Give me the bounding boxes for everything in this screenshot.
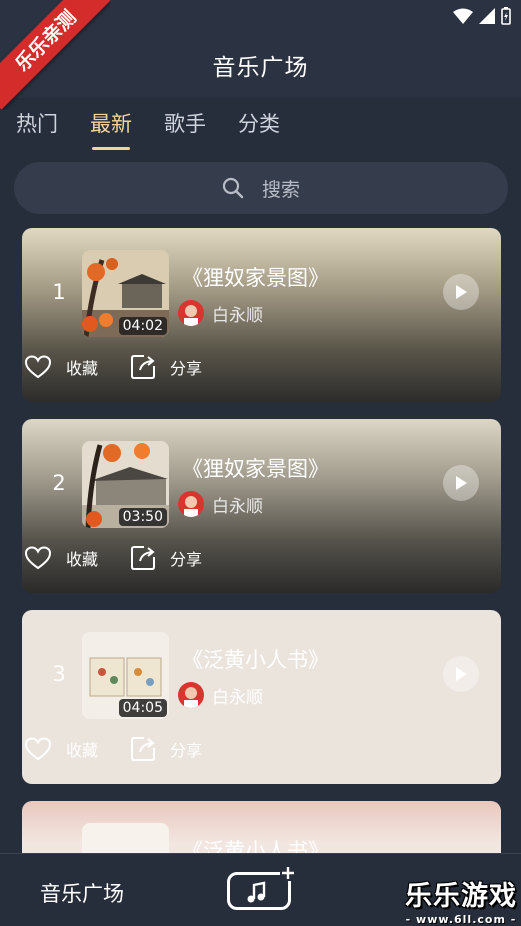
share-button[interactable]: 分享: [130, 736, 202, 762]
song-title: 《泛黄小人书》: [182, 648, 329, 672]
bottom-nav: 音乐广场 乐乐游戏 - www.6ll.com -: [0, 853, 521, 926]
share-label: 分享: [170, 741, 203, 760]
watermark-url: - www.6ll.com -: [405, 913, 517, 926]
share-button[interactable]: 分享: [130, 354, 202, 380]
song-actions: 收藏 分享: [24, 354, 234, 380]
ribbon-label: 乐乐亲测: [0, 0, 110, 110]
play-button[interactable]: [443, 274, 479, 310]
favorite-label: 收藏: [66, 741, 99, 760]
avatar: [178, 300, 204, 326]
song-cover[interactable]: 03:50: [82, 441, 169, 528]
song-title: 《狸奴家景图》: [182, 457, 329, 481]
search-input[interactable]: 搜索: [14, 162, 508, 214]
avatar: [178, 682, 204, 708]
song-actions: 收藏 分享: [24, 736, 234, 762]
share-icon: [131, 546, 156, 570]
share-label: 分享: [170, 359, 203, 378]
tab-singers[interactable]: 歌手: [164, 108, 206, 150]
song-rank: 3: [52, 662, 66, 686]
artist-row: 白永顺: [178, 300, 263, 326]
share-button[interactable]: 分享: [130, 545, 202, 571]
share-icon: [131, 737, 156, 761]
artist-name: 白永顺: [212, 496, 263, 517]
battery-icon: [501, 7, 511, 25]
artist-row: 白永顺: [178, 491, 263, 517]
song-duration: 04:05: [118, 699, 167, 717]
play-icon: [456, 476, 467, 490]
song-cover[interactable]: 04:02: [82, 250, 169, 337]
song-title: 《狸奴家景图》: [182, 266, 329, 290]
wifi-icon: [453, 8, 473, 24]
song-duration: 04:02: [118, 317, 167, 335]
signal-icon: [479, 8, 495, 24]
search-placeholder: 搜索: [261, 178, 300, 201]
heart-icon: [24, 355, 52, 379]
nav-music-square[interactable]: 音乐广场: [40, 878, 124, 908]
song-card[interactable]: 3 04:05 《泛黄小人书》 白永顺 收藏 分享: [22, 610, 501, 784]
plus-icon: [280, 865, 296, 881]
favorite-button[interactable]: 收藏: [24, 546, 98, 570]
favorite-button[interactable]: 收藏: [24, 355, 98, 379]
add-music-button[interactable]: [227, 865, 296, 910]
artist-row: 白永顺: [178, 682, 263, 708]
song-rank: 2: [52, 471, 66, 495]
search-icon: [222, 177, 244, 199]
tab-bar: 热门 最新 歌手 分类: [16, 108, 280, 150]
play-button[interactable]: [443, 465, 479, 501]
artist-name: 白永顺: [212, 687, 263, 708]
artist-name: 白永顺: [212, 305, 263, 326]
song-duration: 03:50: [118, 508, 167, 526]
tab-categories[interactable]: 分类: [238, 108, 280, 150]
heart-icon: [24, 546, 52, 570]
song-card[interactable]: 1 04:02 《狸奴家景图》 白永顺 收藏 分享: [22, 228, 501, 402]
play-button[interactable]: [443, 656, 479, 692]
share-label: 分享: [170, 550, 203, 569]
song-actions: 收藏 分享: [24, 545, 234, 571]
promo-ribbon: 乐乐亲测: [0, 0, 110, 110]
song-cover[interactable]: 04:05: [82, 632, 169, 719]
heart-icon: [24, 737, 52, 761]
play-icon: [456, 667, 467, 681]
watermark-logo: 乐乐游戏 - www.6ll.com -: [405, 874, 517, 926]
tab-hot[interactable]: 热门: [16, 108, 58, 150]
watermark-title: 乐乐游戏: [405, 881, 517, 912]
tab-latest[interactable]: 最新: [90, 108, 132, 150]
favorite-label: 收藏: [66, 550, 99, 569]
favorite-label: 收藏: [66, 359, 99, 378]
song-rank: 1: [52, 280, 66, 304]
favorite-button[interactable]: 收藏: [24, 737, 98, 761]
avatar: [178, 491, 204, 517]
share-icon: [131, 355, 156, 379]
song-card[interactable]: 2 03:50 《狸奴家景图》 白永顺 收藏 分享: [22, 419, 501, 593]
play-icon: [456, 285, 467, 299]
